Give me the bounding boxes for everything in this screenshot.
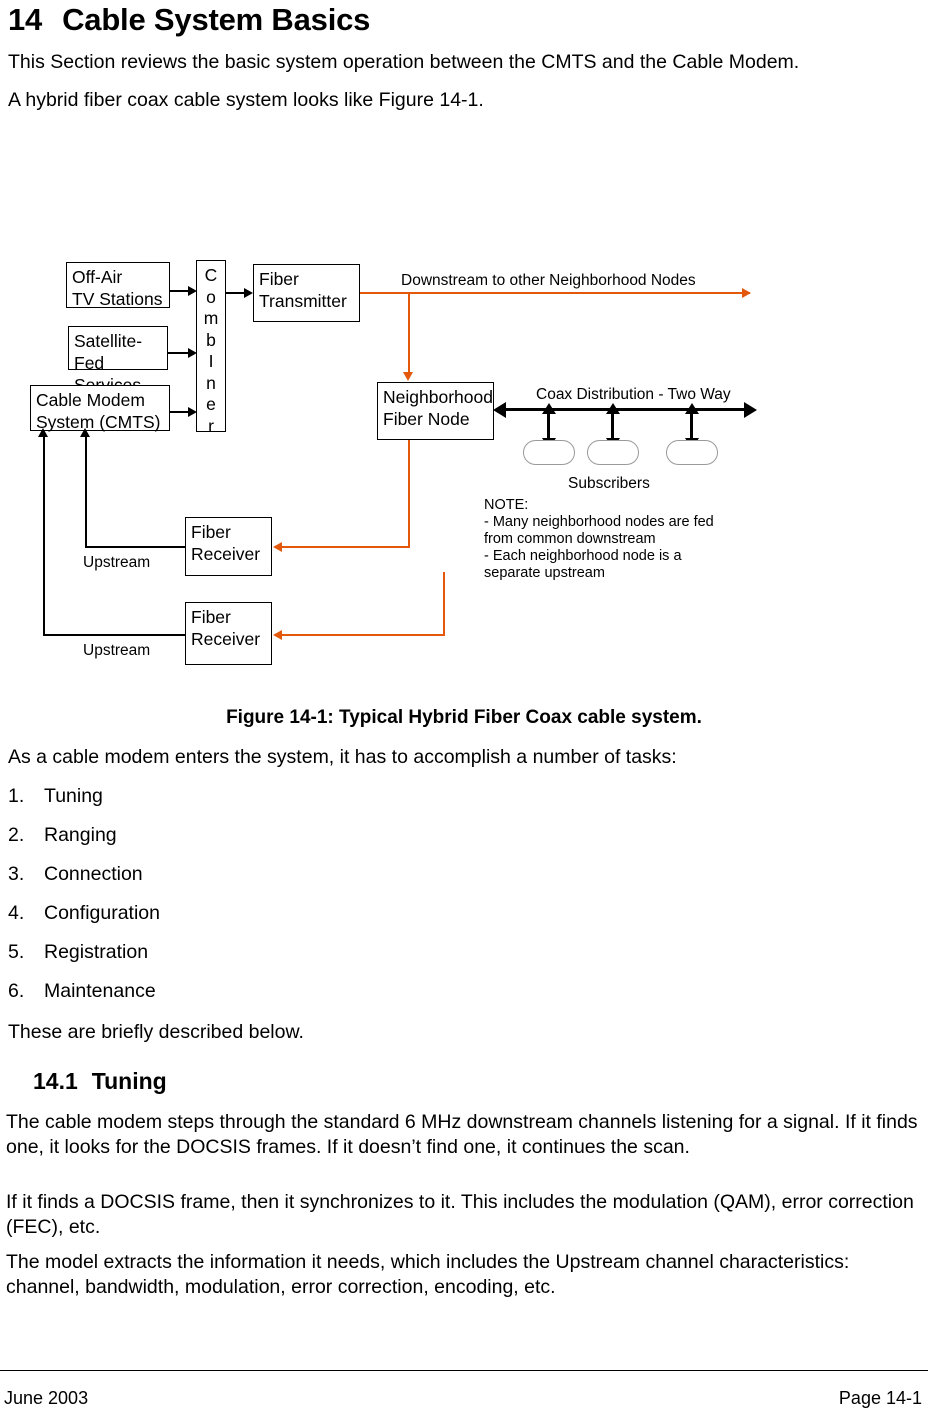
chapter-title: Cable System Basics (62, 2, 371, 37)
section-title: Tuning (91, 1068, 167, 1094)
upstream-path-2-vertical (43, 436, 45, 635)
section-number: 14.1 (33, 1068, 78, 1094)
fiber-upstream-return-1-horizontal (282, 546, 410, 548)
tasks-list: 1. Tuning 2. Ranging 3. Connection 4. Config… (8, 785, 160, 1019)
list-item-label: Configuration (44, 902, 160, 924)
list-item: 2. Ranging (8, 824, 160, 863)
subscriber-node (666, 440, 718, 465)
list-item: 5. Registration (8, 941, 160, 980)
subscriber-drop-line (547, 412, 551, 440)
list-item-number: 1. (8, 785, 25, 807)
arrow-right-icon (244, 287, 253, 298)
subscriber-node (587, 440, 639, 465)
upstream-path-1-horizontal (85, 546, 186, 548)
subscriber-node (523, 440, 575, 465)
list-item-number: 5. (8, 941, 25, 963)
list-item-number: 2. (8, 824, 25, 846)
body-paragraph-2: If it finds a DOCSIS frame, then it sync… (6, 1191, 914, 1238)
arrow-left-icon (273, 629, 282, 640)
label-coax-distribution: Coax Distribution - Two Way (536, 386, 731, 403)
document-page: 14 Cable System Basics This Section revie… (0, 0, 928, 1418)
label-downstream-to-other-nodes: Downstream to other Neighborhood Nodes (401, 272, 696, 289)
arrow-up-icon (685, 403, 699, 414)
diagram-box-neighborhood-fiber-node: Neighborhood Fiber Node (377, 382, 494, 440)
footer-date: June 2003 (4, 1388, 89, 1408)
arrow-right-icon (742, 287, 751, 298)
label-upstream-1: Upstream (83, 554, 151, 571)
list-item-number: 3. (8, 863, 25, 885)
footer-page-number: Page 14-1 (838, 1388, 922, 1408)
diagram-box-fiber-receiver-2: Fiber Receiver (185, 602, 272, 665)
label-upstream-2: Upstream (83, 642, 151, 659)
list-item-label: Connection (44, 863, 143, 885)
list-item-number: 6. (8, 980, 25, 1002)
subscriber-drop-line (690, 412, 694, 440)
upstream-path-2-horizontal (43, 634, 186, 636)
body-paragraph-1: The cable modem steps through the standa… (6, 1111, 918, 1158)
list-item-number: 4. (8, 902, 25, 924)
diagram-box-off-air-tv-stations: Off-Air TV Stations (66, 262, 170, 309)
diagram-box-combiner: C o m b I n e r (196, 260, 226, 436)
diagram-note: NOTE: - Many neighborhood nodes are fed … (484, 497, 714, 581)
list-item-label: Maintenance (44, 980, 156, 1002)
list-item: 6. Maintenance (8, 980, 160, 1019)
list-item: 4. Configuration (8, 902, 160, 941)
intro-paragraph-2: A hybrid fiber coax cable system looks l… (8, 89, 484, 111)
section-heading-14-1: 14.1 Tuning (33, 1068, 167, 1095)
fiber-upstream-return-2-vertical (443, 572, 445, 636)
tasks-closing: These are briefly described below. (8, 1021, 304, 1043)
diagram-box-satellite-fed-services: Satellite-Fed Services (68, 326, 168, 395)
tasks-lead-in: As a cable modem enters the system, it h… (8, 746, 677, 768)
diagram-box-cmts: Cable Modem System (CMTS) (30, 385, 170, 432)
chapter-number: 14 (8, 2, 43, 37)
fiber-downstream-trunk (360, 292, 750, 294)
list-item-label: Tuning (44, 785, 103, 807)
arrow-up-icon (606, 403, 620, 414)
diagram-box-fiber-receiver-1: Fiber Receiver (185, 517, 272, 576)
list-item-label: Ranging (44, 824, 117, 846)
arrow-left-icon (273, 541, 282, 552)
arrow-up-icon (80, 428, 90, 437)
fiber-upstream-return-1-vertical (408, 440, 410, 548)
fiber-upstream-return-2-horizontal (282, 634, 445, 636)
list-item: 1. Tuning (8, 785, 160, 824)
label-subscribers: Subscribers (568, 475, 650, 492)
figure-hybrid-fiber-coax-diagram: Off-Air TV Stations Satellite-Fed Servic… (0, 250, 928, 690)
list-item-label: Registration (44, 941, 149, 963)
arrow-up-icon (38, 428, 48, 437)
list-item: 3. Connection (8, 863, 160, 902)
arrow-left-icon (493, 401, 506, 418)
upstream-path-1-vertical (85, 436, 87, 547)
arrow-right-icon (744, 401, 757, 418)
arrow-up-icon (542, 403, 556, 414)
figure-caption: Figure 14-1: Typical Hybrid Fiber Coax c… (226, 707, 702, 728)
page-title: 14 Cable System Basics (8, 2, 370, 38)
intro-paragraph-1: This Section reviews the basic system op… (8, 51, 800, 73)
arrow-down-icon (403, 372, 413, 381)
diagram-box-fiber-transmitter: Fiber Transmitter (253, 264, 360, 322)
body-paragraph-3: The model extracts the information it ne… (6, 1251, 850, 1298)
subscriber-drop-line (611, 412, 615, 440)
coax-distribution-line (505, 408, 745, 412)
footer-divider (0, 1370, 928, 1371)
fiber-downstream-drop (408, 292, 410, 374)
